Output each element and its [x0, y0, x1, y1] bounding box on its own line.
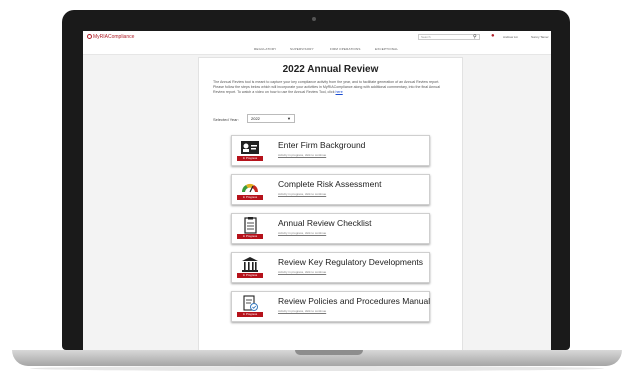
card-risk-assessment[interactable]: In Progress Complete Risk Assessment Act…	[231, 174, 430, 205]
card-link[interactable]: Activity in progress, click to continue	[278, 153, 326, 157]
app-logo[interactable]: MyRIACompliance	[87, 34, 134, 40]
notification-icon[interactable]: ●	[491, 33, 495, 39]
video-link[interactable]: here	[336, 90, 343, 94]
status-badge: In Progress	[237, 312, 263, 317]
status-badge: In Progress	[237, 273, 263, 278]
card-annual-review-checklist[interactable]: In Progress Annual Review Checklist Acti…	[231, 213, 430, 244]
laptop-base	[12, 350, 622, 366]
camera-icon	[312, 17, 316, 21]
card-title: Review Key Regulatory Developments	[278, 257, 424, 267]
main-nav: REGULATORY SUPERVISORY FIRM OPERATIONS E…	[83, 44, 551, 55]
search-input[interactable]: Search	[418, 34, 480, 40]
status-badge: In Progress	[237, 156, 263, 161]
nav-item-firm-operations[interactable]: FIRM OPERATIONS	[330, 47, 361, 51]
logo-text: MyRIACompliance	[93, 34, 135, 40]
building-icon	[240, 256, 260, 273]
gauge-icon	[240, 178, 260, 195]
clipboard-icon	[240, 217, 260, 234]
chevron-down-icon: ▼	[287, 116, 291, 121]
intro-body: The Annual Review tool is meant to captu…	[213, 80, 441, 94]
user-menu[interactable]: Sunny Tamer	[531, 35, 549, 39]
top-bar: MyRIACompliance Search ⚲ ● Andrew Lin Su…	[83, 31, 551, 45]
card-firm-background[interactable]: In Progress Enter Firm Background Activi…	[231, 135, 430, 166]
user-name[interactable]: Andrew Lin	[503, 35, 518, 39]
document-check-icon	[240, 295, 260, 312]
search-icon[interactable]: ⚲	[473, 34, 477, 40]
card-title: Enter Firm Background	[278, 140, 366, 150]
page-title: 2022 Annual Review	[282, 64, 379, 75]
card-link[interactable]: Activity in progress, click to continue	[278, 270, 326, 274]
card-title: Annual Review Checklist	[278, 218, 372, 228]
card-regulatory-developments[interactable]: In Progress Review Key Regulatory Develo…	[231, 252, 430, 283]
year-label: Selected Year:	[213, 117, 239, 122]
nav-item-regulatory[interactable]: REGULATORY	[254, 47, 276, 51]
nav-item-supervisory[interactable]: SUPERVISORY	[290, 47, 314, 51]
card-link[interactable]: Activity in progress, click to continue	[278, 309, 326, 313]
laptop-shadow	[30, 366, 604, 371]
card-title: Review Policies and Procedures Manual	[278, 296, 431, 306]
id-card-icon	[240, 139, 260, 156]
card-link[interactable]: Activity in progress, click to continue	[278, 231, 326, 235]
status-badge: In Progress	[237, 195, 263, 200]
intro-text: The Annual Review tool is meant to captu…	[213, 80, 449, 95]
card-title: Complete Risk Assessment	[278, 179, 382, 189]
card-link[interactable]: Activity in progress, click to continue	[278, 192, 326, 196]
status-badge: In Progress	[237, 234, 263, 239]
app-screen: MyRIACompliance Search ⚲ ● Andrew Lin Su…	[83, 31, 551, 350]
annual-review-panel: 2022 Annual Review The Annual Review too…	[198, 57, 463, 350]
year-select[interactable]: 2022 ▼	[247, 114, 295, 123]
laptop-notch	[295, 350, 363, 355]
logo-mark-icon	[87, 34, 92, 40]
year-value: 2022	[251, 116, 260, 121]
nav-item-exceptional[interactable]: EXCEPTIONAL	[375, 47, 398, 51]
card-policies-procedures[interactable]: In Progress Review Policies and Procedur…	[231, 291, 430, 322]
